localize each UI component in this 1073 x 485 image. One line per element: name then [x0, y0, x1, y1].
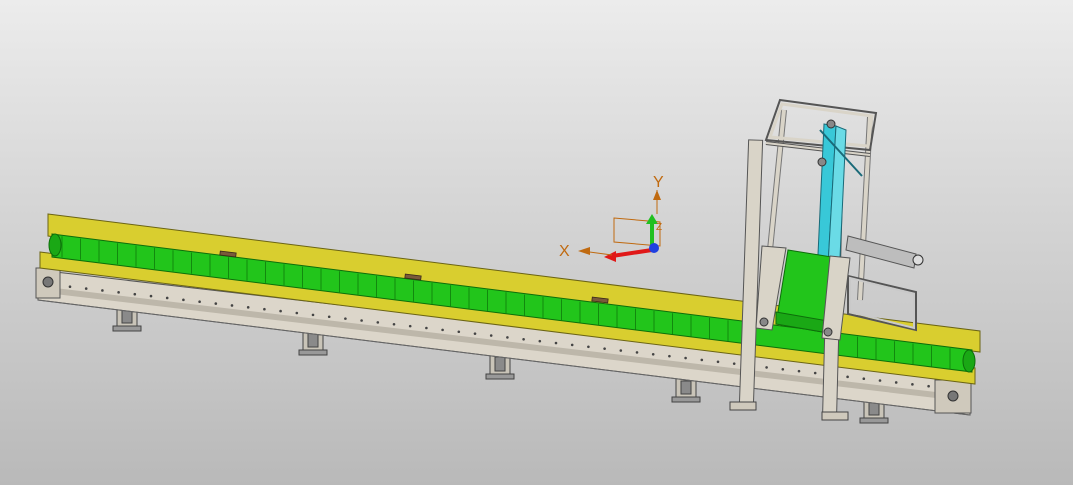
frame-bolt	[279, 309, 282, 313]
frame-bolt	[198, 300, 201, 304]
frame-bolt	[165, 296, 169, 300]
frame-bolt	[603, 347, 606, 350]
z-axis-label: Z	[656, 222, 662, 233]
frame-bolt	[133, 292, 137, 296]
frame-bolt	[327, 315, 331, 319]
frame-bolt	[68, 285, 72, 289]
frame-bolt	[344, 317, 347, 320]
frame-bolt	[117, 291, 120, 294]
frame-bolt	[214, 302, 218, 305]
frame-bolt	[182, 298, 185, 302]
frame-bolt	[246, 306, 250, 309]
z-axis-dot	[649, 243, 659, 253]
frame-bolt	[101, 289, 104, 292]
frame-bolt	[408, 324, 412, 328]
frame-bolt	[506, 336, 509, 339]
frame-bolt	[700, 358, 704, 362]
y-axis-label: Y	[653, 174, 664, 191]
frame-bolt	[894, 381, 898, 384]
frame-bolt	[797, 369, 801, 373]
frame-bolt	[668, 354, 671, 358]
frame-bolt	[392, 322, 396, 326]
frame-bolt	[311, 313, 315, 317]
frame-bolt	[813, 371, 817, 375]
frame-bolt	[473, 332, 477, 335]
frame-bolt	[441, 328, 444, 332]
frame-bolt	[684, 356, 687, 360]
frame-bolt	[765, 366, 768, 369]
cad-3d-viewport[interactable]: X Y Z	[0, 0, 1073, 485]
frame-bolt	[781, 368, 785, 371]
frame-bolt	[295, 311, 299, 315]
frame-bolt	[846, 375, 849, 379]
frame-bolt	[878, 379, 882, 382]
frame-bolt	[489, 334, 493, 337]
frame-bolt	[538, 339, 542, 343]
model-canvas: X Y Z	[35, 98, 981, 424]
frame-bolt	[570, 343, 574, 347]
frame-bolt	[230, 304, 234, 307]
x-axis-label: X	[559, 243, 570, 260]
frame-bolt	[522, 337, 525, 341]
frame-bolt	[732, 362, 736, 365]
frame-bolt	[554, 341, 558, 345]
frame-bolt	[911, 383, 914, 386]
coordinate-triad[interactable]: X Y Z	[559, 174, 664, 262]
frame-bolt	[149, 294, 153, 298]
frame-bolt	[84, 287, 88, 290]
frame-bolt	[457, 330, 461, 334]
frame-bolt	[716, 360, 720, 364]
frame-bolt	[862, 377, 866, 380]
frame-bolt	[635, 351, 639, 354]
x-axis-arrow	[611, 248, 653, 258]
frame-bolt	[651, 352, 655, 356]
frame-bolt	[587, 345, 590, 349]
frame-bolt	[263, 307, 266, 311]
frame-bolt	[927, 384, 930, 388]
x-axis-arrowhead	[604, 251, 616, 262]
frame-bolt	[425, 326, 428, 330]
frame-bolt	[619, 349, 623, 352]
frame-bolt	[376, 321, 380, 324]
frame-bolt	[360, 319, 363, 322]
